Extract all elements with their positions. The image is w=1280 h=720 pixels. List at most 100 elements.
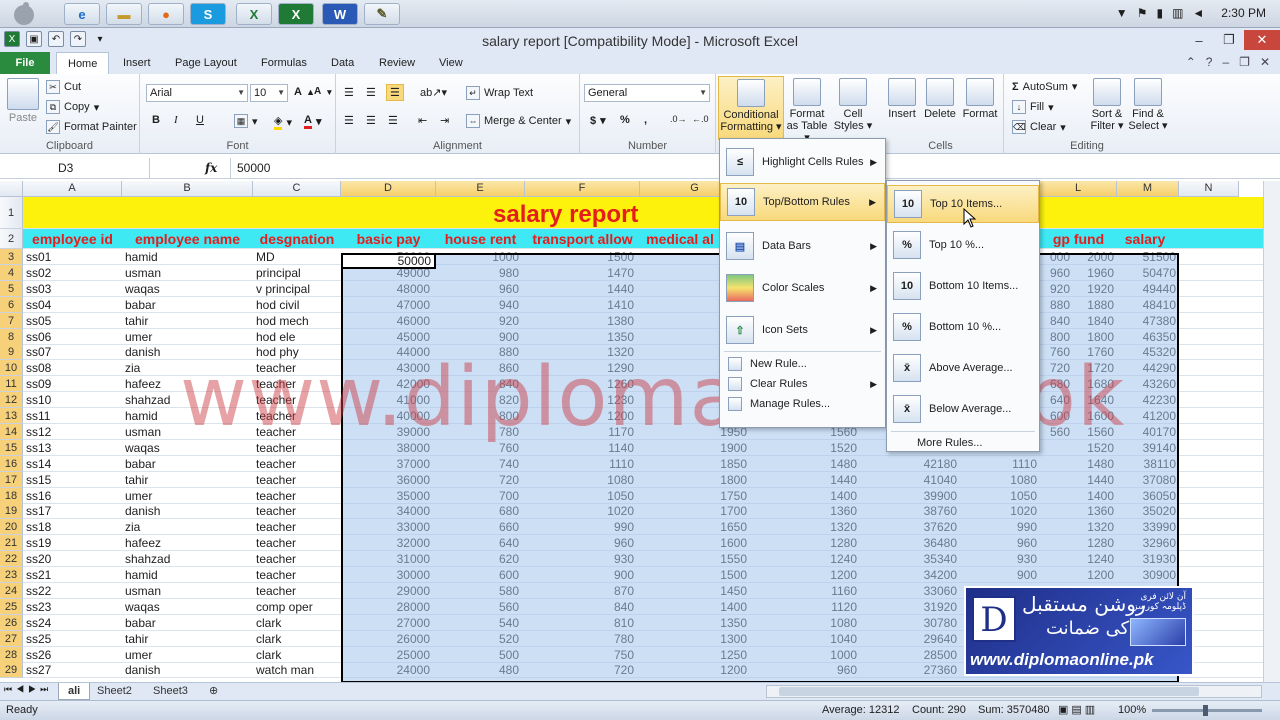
menu-highlight-cells-rules[interactable]: ≤ Highlight Cells Rules ▶	[720, 143, 885, 181]
sheet-tab-ali[interactable]: ali	[58, 683, 91, 700]
column-heading[interactable]: medical al	[640, 229, 720, 249]
align-left-icon[interactable]: ☰	[344, 114, 354, 127]
table-cell[interactable]: ss14	[23, 456, 122, 472]
row-header[interactable]: 10	[0, 360, 23, 377]
table-cell[interactable]: clark	[253, 615, 341, 631]
row-header[interactable]: 23	[0, 567, 23, 583]
table-cell[interactable]: hafeez	[122, 535, 253, 551]
bold-button[interactable]: B	[152, 114, 160, 126]
row-header[interactable]: 5	[0, 280, 23, 297]
table-cell[interactable]: teacher	[253, 519, 341, 535]
orientation-icon[interactable]: ab↗▾	[420, 86, 447, 99]
column-header-l[interactable]: L	[1040, 181, 1117, 197]
table-cell[interactable]: ss24	[23, 615, 122, 631]
row-header[interactable]: 27	[0, 630, 23, 647]
conditional-formatting-button[interactable]: Conditional Formatting ▾	[718, 76, 784, 140]
align-right-icon[interactable]: ☰	[388, 114, 398, 127]
format-cells-button[interactable]: Format	[960, 78, 1000, 120]
table-cell[interactable]: danish	[122, 503, 253, 519]
currency-button[interactable]: $ ▾	[590, 114, 606, 128]
menu-manage-rules[interactable]: Manage Rules...	[720, 395, 885, 413]
table-cell[interactable]: principal	[253, 265, 341, 281]
comma-button[interactable]: ,	[644, 114, 647, 126]
row-header[interactable]: 22	[0, 551, 23, 568]
row-header[interactable]: 28	[0, 646, 23, 663]
table-cell[interactable]: ss07	[23, 344, 122, 360]
table-cell[interactable]: ss25	[23, 631, 122, 647]
table-cell[interactable]: teacher	[253, 583, 341, 599]
table-cell[interactable]: teacher	[253, 456, 341, 472]
table-cell[interactable]: babar	[122, 297, 253, 313]
excel-active-taskbar-icon[interactable]: X	[278, 3, 314, 25]
word-taskbar-icon[interactable]: W	[322, 3, 358, 25]
firefox-icon[interactable]: ●	[148, 3, 184, 25]
doc-restore-icon[interactable]: ❐	[1239, 55, 1250, 69]
submenu-top-10-percent[interactable]: % Top 10 %...	[887, 226, 1039, 264]
column-heading[interactable]: employee id	[23, 229, 122, 249]
decrease-decimal-icon[interactable]: ←.0	[692, 114, 709, 124]
row-header[interactable]: 19	[0, 503, 23, 520]
table-cell[interactable]: umer	[122, 647, 253, 663]
borders-button[interactable]: ▦ ▾	[234, 114, 258, 128]
table-cell[interactable]: ss04	[23, 297, 122, 313]
scrollbar-thumb[interactable]	[779, 687, 1199, 696]
ribbon-minimize-icon[interactable]: ⌃	[1186, 55, 1196, 69]
table-cell[interactable]: tahir	[122, 472, 253, 488]
tool-taskbar-icon[interactable]: ✎	[364, 3, 400, 25]
find-select-button[interactable]: Find & Select ▾	[1128, 78, 1168, 132]
table-cell[interactable]: teacher	[253, 503, 341, 519]
shrink-font-button[interactable]: A ▼	[314, 86, 333, 97]
minimize-icon[interactable]: –	[1184, 30, 1214, 50]
table-cell[interactable]: danish	[122, 662, 253, 678]
italic-button[interactable]: I	[174, 114, 178, 126]
column-heading[interactable]: salary	[1117, 229, 1173, 249]
tab-page-layout[interactable]: Page Layout	[164, 52, 248, 74]
row-header[interactable]: 15	[0, 439, 23, 456]
table-cell[interactable]: comp oper	[253, 599, 341, 615]
table-cell[interactable]: waqas	[122, 599, 253, 615]
table-cell[interactable]: shahzad	[122, 551, 253, 567]
menu-clear-rules[interactable]: Clear Rules ▶	[720, 375, 885, 393]
copy-button[interactable]: ⧉ Copy ▾	[46, 100, 99, 114]
table-cell[interactable]: ss26	[23, 647, 122, 663]
table-cell[interactable]: ss15	[23, 472, 122, 488]
column-header-e[interactable]: E	[436, 181, 525, 197]
cell-styles-button[interactable]: Cell Styles ▾	[832, 78, 874, 132]
sort-filter-button[interactable]: Sort & Filter ▾	[1088, 78, 1126, 132]
name-box[interactable]: D3	[0, 158, 150, 178]
tab-home[interactable]: Home	[56, 52, 110, 74]
format-as-table-button[interactable]: Format as Table ▾	[784, 78, 830, 144]
row-header[interactable]: 17	[0, 471, 23, 488]
select-all-corner[interactable]	[0, 181, 23, 197]
table-cell[interactable]: v principal	[253, 281, 341, 297]
doc-close-icon[interactable]: ✕	[1260, 55, 1270, 69]
sheet-tab-sheet2[interactable]: Sheet2	[88, 683, 141, 700]
table-cell[interactable]: usman	[122, 265, 253, 281]
table-cell[interactable]: ss09	[23, 376, 122, 392]
column-heading[interactable]: employee name	[122, 229, 253, 249]
network-icon[interactable]: ▥	[1172, 6, 1183, 20]
table-cell[interactable]: clark	[253, 647, 341, 663]
table-cell[interactable]: ss03	[23, 281, 122, 297]
row-header[interactable]: 25	[0, 598, 23, 615]
row-header[interactable]: 13	[0, 408, 23, 424]
row-header[interactable]: 26	[0, 614, 23, 631]
doc-minimize-icon[interactable]: –	[1222, 55, 1229, 69]
submenu-more-rules[interactable]: More Rules...	[887, 435, 1039, 451]
menu-icon-sets[interactable]: ⇧ Icon Sets ▶	[720, 311, 885, 349]
wrap-text-button[interactable]: ↵ Wrap Text	[466, 86, 533, 100]
decrease-indent-icon[interactable]: ⇤	[418, 114, 427, 127]
column-heading[interactable]: basic pay	[341, 229, 436, 249]
zoom-level[interactable]: 100%	[1118, 701, 1146, 720]
clear-button[interactable]: ⌫ Clear ▾	[1012, 120, 1066, 134]
table-cell[interactable]: ss22	[23, 583, 122, 599]
skype-icon[interactable]: S	[190, 3, 226, 25]
column-header-b[interactable]: B	[122, 181, 253, 197]
fill-color-button[interactable]: ◈ ▾	[274, 114, 292, 130]
tab-view[interactable]: View	[428, 52, 474, 74]
row-header[interactable]: 16	[0, 455, 23, 472]
vertical-scrollbar[interactable]	[1263, 181, 1280, 682]
insert-cells-button[interactable]: Insert	[884, 78, 920, 120]
row-header[interactable]: 2	[0, 229, 23, 249]
battery-icon[interactable]: ▮	[1156, 6, 1163, 20]
